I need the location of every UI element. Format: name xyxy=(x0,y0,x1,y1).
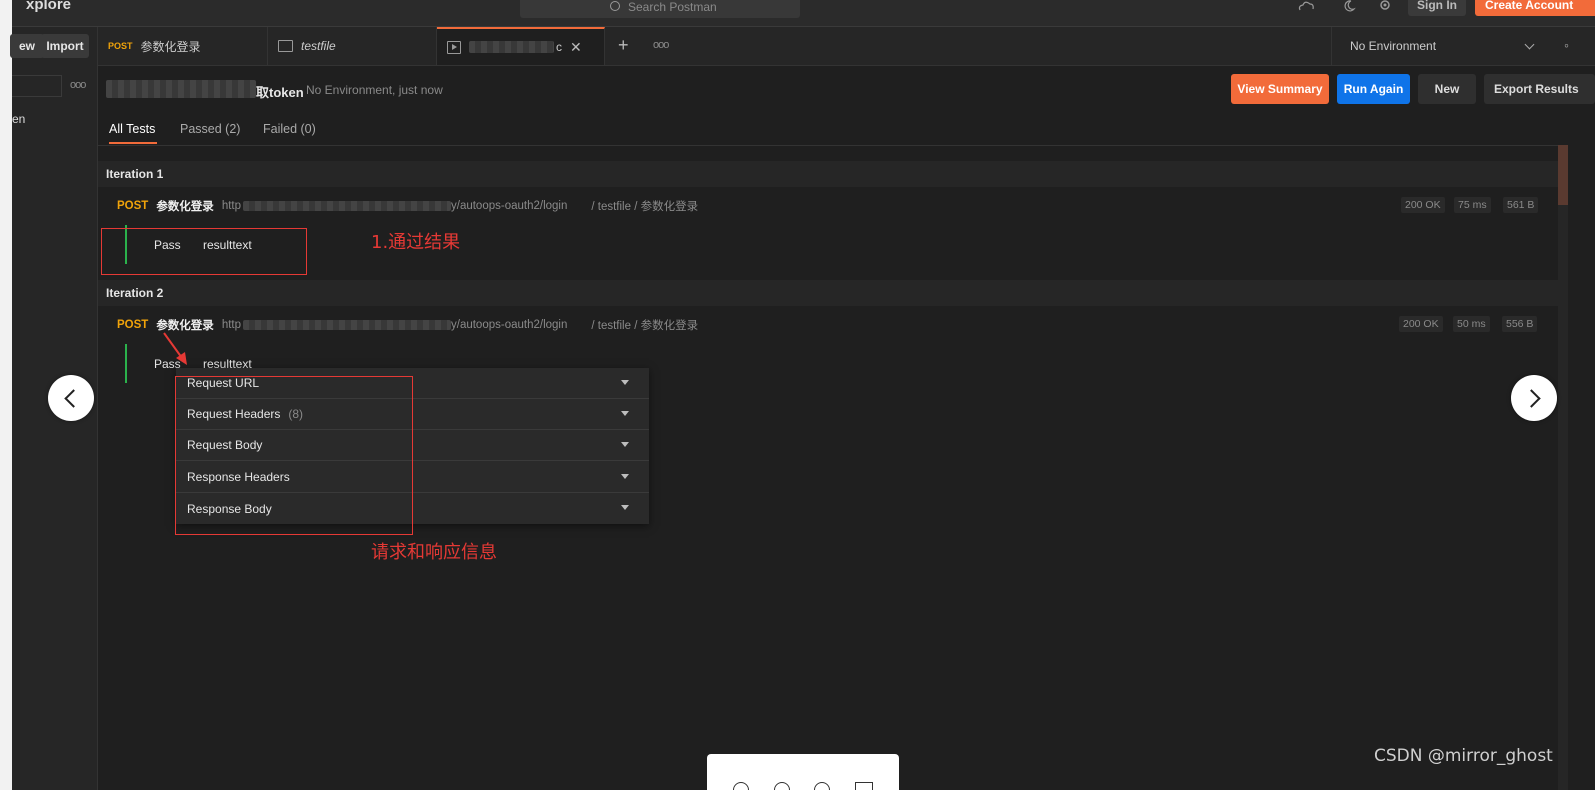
annotation-pass-result: 1.通过结果 xyxy=(371,232,461,253)
sidebar-search-input[interactable] xyxy=(12,75,62,97)
tab-request[interactable]: POST 参数化登录 xyxy=(98,27,268,65)
caret-down-icon xyxy=(621,411,629,416)
caret-down-icon xyxy=(621,474,629,479)
chevron-down-icon xyxy=(1524,39,1535,49)
environment-quick-look-icon[interactable]: ◦ xyxy=(1564,37,1569,53)
url-suffix: y/autoops-oauth2/login xyxy=(451,319,568,331)
chevron-left-icon xyxy=(64,388,83,408)
previous-image-button[interactable] xyxy=(48,375,94,421)
caret-down-icon xyxy=(621,442,629,447)
create-account-button[interactable]: Create Account xyxy=(1475,0,1595,16)
viewer-toolbar xyxy=(707,754,899,790)
environment-select[interactable]: No Environment xyxy=(1338,27,1543,65)
status-badge: 200 OK xyxy=(1401,197,1445,213)
time-badge: 50 ms xyxy=(1453,316,1490,332)
sign-in-button[interactable]: Sign In xyxy=(1408,0,1466,16)
time-badge: 75 ms xyxy=(1454,197,1491,213)
url-suffix: y/autoops-oauth2/login xyxy=(451,200,568,212)
new-button[interactable]: ew xyxy=(10,34,44,58)
tab-title: testfile xyxy=(301,39,336,53)
moon-icon[interactable] xyxy=(1342,0,1356,12)
status-badge: 200 OK xyxy=(1399,316,1443,332)
pass-indicator xyxy=(125,344,127,383)
tab-title-redacted xyxy=(469,41,554,53)
add-tab-icon[interactable]: + xyxy=(618,35,629,56)
filter-failed[interactable]: Failed (0) xyxy=(263,122,316,136)
tab-title: c xyxy=(556,40,562,54)
sidebar-more-icon[interactable]: ooo xyxy=(70,79,86,91)
watermark: CSDN @mirror_ghost xyxy=(1374,746,1553,766)
top-bar: xplore Search Postman Sign In Create Acc… xyxy=(12,0,1595,27)
new-run-button[interactable]: New xyxy=(1418,74,1476,104)
annotation-req-resp-info: 请求和响应信息 xyxy=(371,542,497,563)
runner-play-icon xyxy=(447,40,461,54)
size-badge: 561 B xyxy=(1503,197,1539,213)
caret-down-icon xyxy=(621,505,629,510)
filter-all-tests[interactable]: All Tests xyxy=(109,122,155,136)
tab-testfile[interactable]: testfile xyxy=(268,27,437,65)
import-button[interactable]: Import xyxy=(41,34,89,58)
cloud-sync-icon[interactable] xyxy=(1296,0,1316,12)
search-bar[interactable]: Search Postman xyxy=(520,0,800,18)
caret-down-icon xyxy=(621,380,629,385)
fit-screen-icon[interactable] xyxy=(814,782,831,790)
annotation-box-pass xyxy=(101,228,307,275)
search-icon xyxy=(610,1,620,11)
annotation-arrow-icon xyxy=(163,332,187,365)
next-image-button[interactable] xyxy=(1511,375,1557,421)
url-redacted xyxy=(243,201,451,211)
environment-label: No Environment xyxy=(1350,39,1437,53)
filter-passed[interactable]: Passed (2) xyxy=(180,122,240,136)
iteration-header: Iteration 1 xyxy=(98,161,1558,187)
request-path: / testfile / 参数化登录 xyxy=(591,201,699,213)
run-name: 取token xyxy=(256,85,304,100)
tab-bar: POST 参数化登录 testfile c ✕ + ooo No Environ… xyxy=(98,27,1595,66)
zoom-in-icon[interactable] xyxy=(733,782,750,790)
brand-label: xplore xyxy=(26,0,72,13)
run-again-button[interactable]: Run Again xyxy=(1337,74,1410,104)
annotation-box-details xyxy=(175,376,413,535)
tab-method-label: POST xyxy=(108,41,133,51)
settings-icon[interactable] xyxy=(1378,0,1392,12)
url-prefix: http xyxy=(221,319,241,331)
run-meta: No Environment, just now xyxy=(306,83,443,97)
env-divider xyxy=(1331,27,1332,65)
chevron-right-icon xyxy=(1522,388,1541,408)
request-path: / testfile / 参数化登录 xyxy=(591,320,699,332)
export-results-button[interactable]: Export Results xyxy=(1484,74,1595,104)
iteration-header: Iteration 2 xyxy=(98,280,1558,306)
filter-divider xyxy=(98,145,1558,146)
run-name-redacted xyxy=(106,80,256,98)
results-scrollbar[interactable] xyxy=(1558,145,1568,790)
method-label: POST xyxy=(117,200,149,212)
view-summary-button[interactable]: View Summary xyxy=(1231,74,1329,104)
url-redacted xyxy=(243,320,451,330)
size-badge: 556 B xyxy=(1502,316,1538,332)
original-size-icon[interactable] xyxy=(854,782,873,790)
url-prefix: http xyxy=(221,200,241,212)
request-name: 参数化登录 xyxy=(156,201,214,213)
search-placeholder: Search Postman xyxy=(628,0,717,14)
request-line[interactable]: POST 参数化登录 http y/autoops-oauth2/login /… xyxy=(117,198,698,214)
tab-runner-results[interactable]: c ✕ xyxy=(437,27,605,65)
sidebar-item-collection[interactable]: en xyxy=(12,112,25,126)
tab-title: 参数化登录 xyxy=(140,39,201,54)
close-icon[interactable]: ✕ xyxy=(570,39,582,56)
folder-icon xyxy=(278,40,293,52)
zoom-out-icon[interactable] xyxy=(773,782,790,790)
method-label: POST xyxy=(117,319,149,331)
viewer-left-strip xyxy=(0,0,12,790)
request-line[interactable]: POST 参数化登录 http y/autoops-oauth2/login /… xyxy=(117,317,698,333)
filter-active-indicator xyxy=(109,142,157,144)
scrollbar-thumb[interactable] xyxy=(1558,145,1568,205)
tab-more-icon[interactable]: ooo xyxy=(653,39,669,51)
